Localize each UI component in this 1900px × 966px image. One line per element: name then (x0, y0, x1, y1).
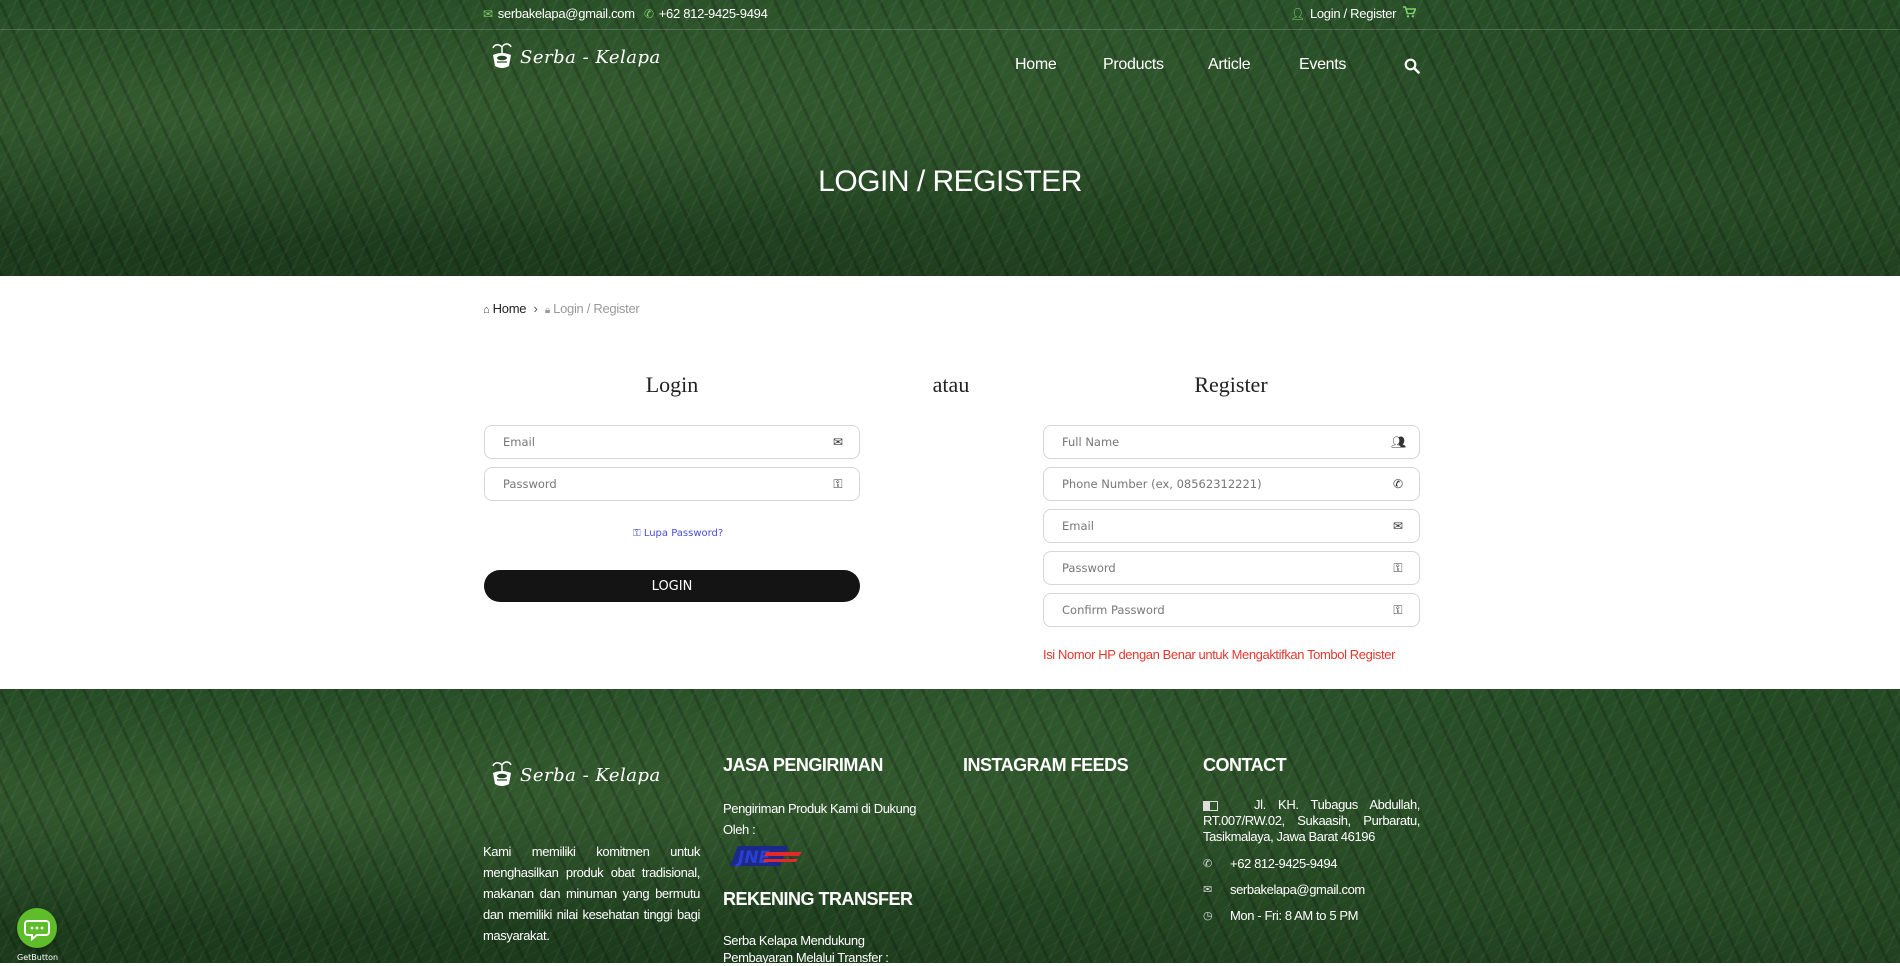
forgot-password-link[interactable]: ⚿ Lupa Password? (633, 528, 723, 539)
login-email-field: ✉ (484, 425, 860, 459)
register-phone-field: ✆ (1043, 467, 1420, 501)
register-password-input[interactable] (1044, 552, 1419, 584)
transfer-title: REKENING TRANSFER (723, 889, 913, 909)
register-fullname-field: 👥︎ (1043, 425, 1420, 459)
whatsapp-icon: ✆ (644, 6, 654, 21)
page-title: LOGIN / REGISTER (818, 165, 1082, 198)
address-card-icon (1203, 800, 1218, 811)
instagram-title: INSTAGRAM FEEDS (963, 755, 1129, 775)
chat-bubble-icon (24, 920, 50, 942)
register-password-field: ⚿ (1043, 551, 1420, 585)
contact-address: Jl. KH. Tubagus Abdullah, RT.007/RW.02, … (1203, 797, 1420, 844)
users-icon: 👥︎ (1391, 435, 1407, 449)
login-password-field: ⚿ (484, 467, 860, 501)
jne-logo-text: JNE (735, 848, 771, 868)
breadcrumb: ⌂ Home › 🔒︎ Login / Register (483, 301, 640, 316)
register-email-input[interactable] (1044, 510, 1419, 542)
brand-logo[interactable]: Serba - Kelapa (488, 42, 661, 72)
chat-widget-button[interactable] (17, 908, 57, 948)
footer (0, 689, 1900, 963)
top-bar: ✉ serbakelapa@gmail.com ✆ +62 812-9425-9… (0, 0, 1900, 30)
contact-email[interactable]: ✉ serbakelapa@gmail.com (1203, 882, 1365, 897)
envelope-icon: ✉ (1392, 519, 1404, 533)
envelope-icon: ✉ (1203, 884, 1212, 896)
login-title: Login (645, 372, 699, 397)
nav-events[interactable]: Events (1299, 56, 1346, 74)
key-icon: ⚿ (633, 528, 641, 539)
whatsapp-icon: ✆ (1203, 858, 1212, 870)
cart-icon (1403, 6, 1417, 21)
contact-hours: ◷ Mon - Fri: 8 AM to 5 PM (1203, 908, 1359, 923)
coconut-logo-icon (492, 43, 512, 68)
nav-products[interactable]: Products (1103, 56, 1164, 74)
cart-button[interactable] (1403, 6, 1417, 21)
jne-logo-icon: JNE (730, 846, 802, 868)
topbar-login-register-link[interactable]: 👤︎ Login / Register (1290, 6, 1397, 21)
chevron-right-icon: › (533, 301, 538, 316)
register-confirm-password-field: ⚿ (1043, 593, 1420, 627)
transfer-text: Serba Kelapa Mendukung Pembayaran Melalu… (723, 933, 889, 965)
envelope-icon: ✉ (832, 435, 844, 449)
home-icon: ⌂ (483, 304, 490, 316)
login-password-input[interactable] (485, 468, 859, 500)
contact-phone[interactable]: ✆ +62 812-9425-9494 (1203, 856, 1337, 871)
lock-icon: 🔒︎ (544, 305, 550, 316)
register-fullname-input[interactable] (1044, 426, 1419, 458)
chat-widget-label: GetButton (17, 953, 59, 962)
envelope-icon: ✉ (483, 6, 493, 21)
key-icon: ⚿ (833, 477, 843, 491)
login-email-input[interactable] (485, 426, 859, 458)
clock-icon: ◷ (1203, 910, 1213, 922)
footer-about: Kami memiliki komitmen untuk menghasilka… (483, 844, 700, 943)
search-button[interactable] (1404, 58, 1420, 79)
user-icon: 👤︎ (1290, 6, 1305, 21)
phone-icon: ✆ (1392, 477, 1404, 491)
register-email-field: ✉ (1043, 509, 1420, 543)
topbar-email[interactable]: ✉ serbakelapa@gmail.com (483, 6, 635, 21)
contact-title: CONTACT (1203, 755, 1287, 775)
topbar-phone[interactable]: ✆ +62 812-9425-9494 (644, 6, 768, 21)
search-icon (1404, 58, 1420, 74)
login-button[interactable]: LOGIN (484, 570, 860, 602)
breadcrumb-current: Login / Register (553, 301, 640, 316)
key-icon: ⚿ (1393, 603, 1403, 617)
coconut-logo-icon (492, 761, 512, 786)
nav-home[interactable]: Home (1015, 56, 1057, 74)
register-title: Register (1194, 372, 1268, 397)
breadcrumb-home[interactable]: Home (493, 301, 527, 316)
key-icon: ⚿ (1393, 561, 1403, 575)
nav-article[interactable]: Article (1208, 56, 1251, 74)
separator-text: atau (932, 372, 970, 397)
footer-logo[interactable]: Serba - Kelapa (488, 760, 661, 790)
shipping-text: Pengiriman Produk Kami di Dukung Oleh : (723, 801, 917, 837)
register-confirm-password-input[interactable] (1044, 594, 1419, 626)
header-hero: ✉ serbakelapa@gmail.com ✆ +62 812-9425-9… (0, 0, 1900, 276)
register-phone-input[interactable] (1044, 468, 1419, 500)
shipping-title: JASA PENGIRIMAN (723, 755, 883, 775)
register-notice: Isi Nomor HP dengan Benar untuk Mengakti… (1043, 647, 1395, 662)
